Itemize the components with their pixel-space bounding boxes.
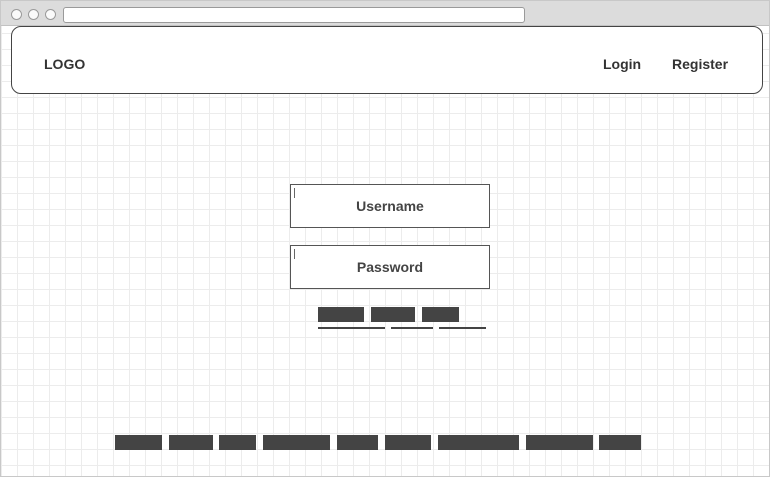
form-action-button-2[interactable] — [371, 307, 415, 322]
browser-title-bar — [1, 1, 769, 26]
footer-link-5[interactable] — [337, 435, 378, 450]
footer-link-7[interactable] — [438, 435, 519, 450]
footer-link-4[interactable] — [263, 435, 330, 450]
footer-link-9[interactable] — [599, 435, 641, 450]
address-bar[interactable] — [63, 7, 525, 23]
footer-link-8[interactable] — [526, 435, 593, 450]
form-action-button-3[interactable] — [422, 307, 459, 322]
footer-link-1[interactable] — [115, 435, 162, 450]
window-maximize-icon[interactable] — [45, 9, 56, 20]
password-text-cursor — [294, 249, 295, 259]
form-link-1[interactable] — [318, 327, 385, 329]
form-link-3[interactable] — [439, 327, 486, 329]
site-logo: LOGO — [44, 56, 86, 72]
password-input[interactable] — [290, 245, 490, 289]
username-text-cursor — [294, 188, 295, 198]
form-action-button-1[interactable] — [318, 307, 364, 322]
site-header: LOGO Login Register — [11, 26, 763, 94]
register-link[interactable]: Register — [672, 56, 728, 72]
footer-link-6[interactable] — [385, 435, 431, 450]
form-link-2[interactable] — [391, 327, 433, 329]
username-input[interactable] — [290, 184, 490, 228]
footer-link-3[interactable] — [219, 435, 256, 450]
window-close-icon[interactable] — [11, 9, 22, 20]
window-minimize-icon[interactable] — [28, 9, 39, 20]
footer-link-2[interactable] — [169, 435, 213, 450]
browser-window: LOGO Login Register — [0, 0, 770, 477]
login-link[interactable]: Login — [603, 56, 641, 72]
